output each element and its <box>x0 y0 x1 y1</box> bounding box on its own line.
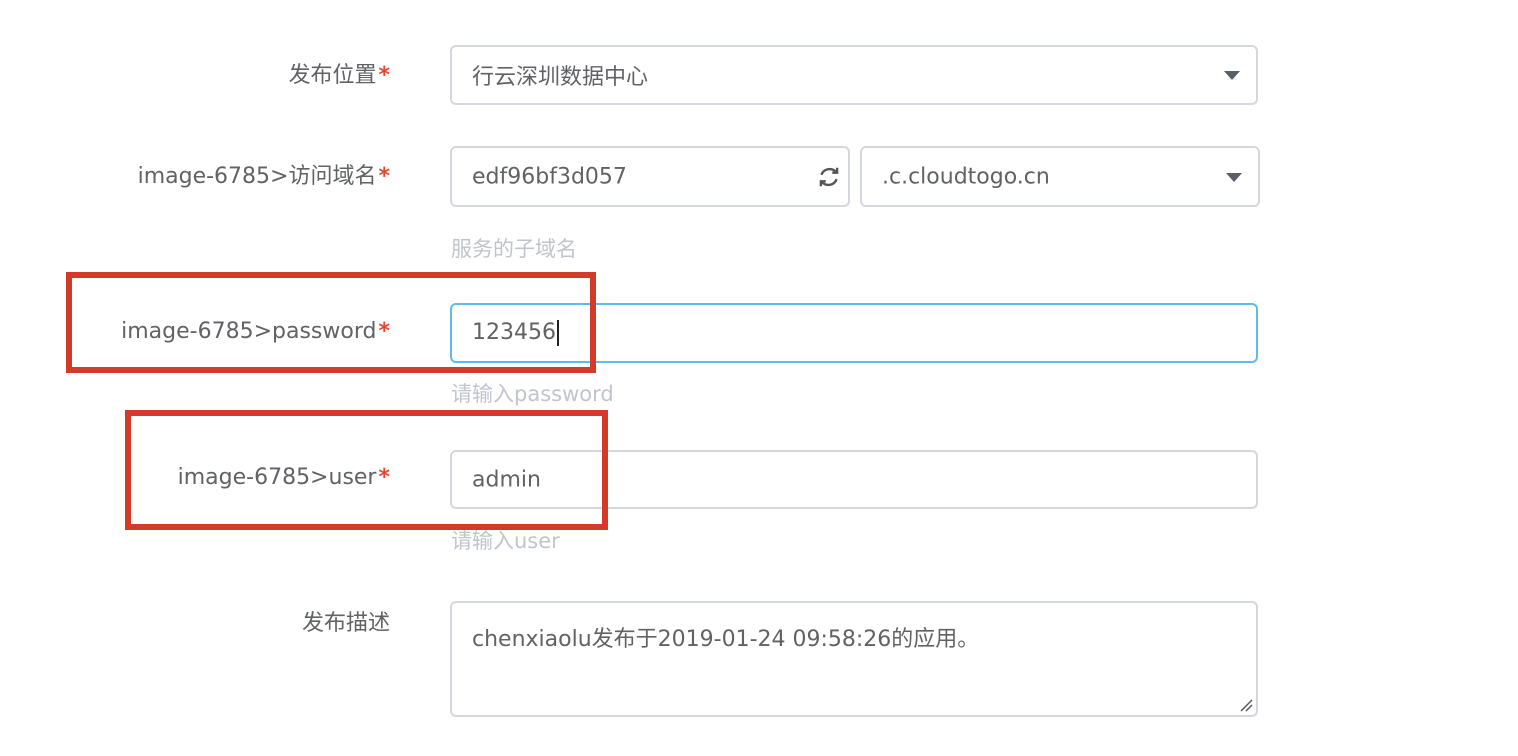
resize-handle-icon[interactable] <box>1239 698 1253 712</box>
chevron-down-icon <box>1224 71 1240 80</box>
location-label-text: 发布位置 <box>288 63 377 88</box>
location-select[interactable]: 行云深圳数据中心 <box>450 45 1258 105</box>
domain-label-text: image-6785>访问域名 <box>137 164 377 189</box>
domain-suffix-select[interactable]: .c.cloudtogo.cn <box>860 146 1260 207</box>
description-label-text: 发布描述 <box>301 611 390 636</box>
description-value: chenxiaolu发布于2019-01-24 09:58:26的应用。 <box>472 627 980 652</box>
subdomain-input[interactable]: edf96bf3d057 <box>450 146 850 207</box>
domain-suffix-value: .c.cloudtogo.cn <box>882 164 1050 189</box>
password-hint: 请输入password <box>451 382 614 406</box>
description-textarea[interactable]: chenxiaolu发布于2019-01-24 09:58:26的应用。 <box>450 601 1258 717</box>
domain-hint: 服务的子域名 <box>451 237 577 261</box>
required-mark: * <box>378 63 390 88</box>
location-label: 发布位置* <box>288 61 390 91</box>
highlight-box-user <box>125 410 608 530</box>
required-mark: * <box>378 164 390 189</box>
description-label: 发布描述 <box>302 609 390 639</box>
highlight-box-password <box>66 272 596 373</box>
chevron-down-icon <box>1226 172 1242 182</box>
domain-label: image-6785>访问域名* <box>138 162 390 192</box>
refresh-icon[interactable] <box>816 164 842 190</box>
location-value: 行云深圳数据中心 <box>472 65 649 90</box>
subdomain-value: edf96bf3d057 <box>472 164 627 189</box>
